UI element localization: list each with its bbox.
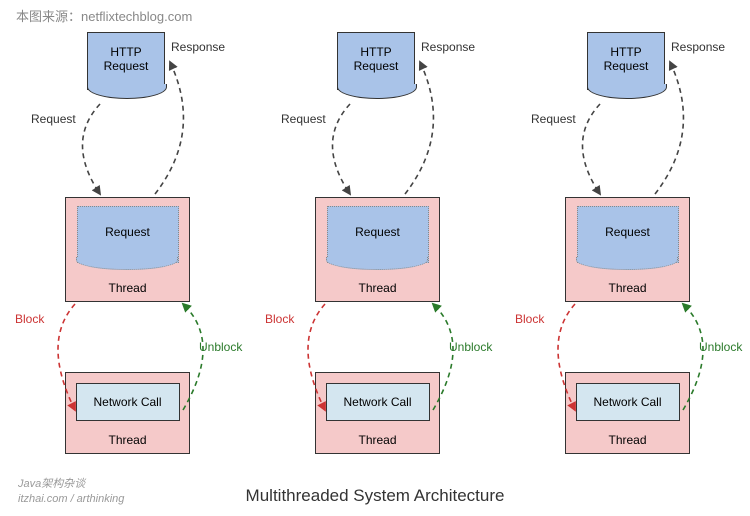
block-arrow-label: Block	[265, 312, 294, 326]
thread-label: Thread	[566, 433, 689, 447]
thread-label: Thread	[566, 281, 689, 295]
request-thread-box: Request Thread	[65, 197, 190, 302]
watermark: Java架构杂谈 itzhai.com / arthinking	[18, 477, 124, 506]
thread-column: HTTPRequest Request Thread Network Call …	[5, 22, 245, 462]
thread-column: HTTPRequest Request Thread Network Call …	[505, 22, 745, 462]
http-request-node: HTTPRequest	[587, 32, 665, 90]
http-request-node: HTTPRequest	[87, 32, 165, 90]
request-thread-box: Request Thread	[565, 197, 690, 302]
block-arrow-label: Block	[515, 312, 544, 326]
network-call-node: Network Call	[576, 383, 680, 421]
watermark-line2: itzhai.com / arthinking	[18, 492, 124, 506]
request-inner-node: Request	[577, 206, 679, 263]
block-arrow-label: Block	[15, 312, 44, 326]
request-inner-node: Request	[327, 206, 429, 263]
unblock-arrow-label: Unblock	[699, 340, 742, 354]
thread-label: Thread	[316, 433, 439, 447]
network-thread-box: Network Call Thread	[315, 372, 440, 454]
unblock-arrow-label: Unblock	[449, 340, 492, 354]
thread-label: Thread	[316, 281, 439, 295]
network-thread-box: Network Call Thread	[65, 372, 190, 454]
request-inner-node: Request	[77, 206, 179, 263]
watermark-line1: Java架构杂谈	[18, 477, 124, 491]
response-arrow-label: Response	[171, 40, 225, 54]
request-arrow-label: Request	[531, 112, 576, 126]
network-call-node: Network Call	[76, 383, 180, 421]
response-arrow-label: Response	[671, 40, 725, 54]
request-thread-box: Request Thread	[315, 197, 440, 302]
network-call-node: Network Call	[326, 383, 430, 421]
network-thread-box: Network Call Thread	[565, 372, 690, 454]
thread-column: HTTPRequest Request Thread Network Call …	[255, 22, 495, 462]
thread-label: Thread	[66, 281, 189, 295]
thread-label: Thread	[66, 433, 189, 447]
unblock-arrow-label: Unblock	[199, 340, 242, 354]
request-arrow-label: Request	[31, 112, 76, 126]
request-arrow-label: Request	[281, 112, 326, 126]
http-request-node: HTTPRequest	[337, 32, 415, 90]
architecture-diagram: HTTPRequest Request Thread Network Call …	[0, 22, 750, 482]
response-arrow-label: Response	[421, 40, 475, 54]
